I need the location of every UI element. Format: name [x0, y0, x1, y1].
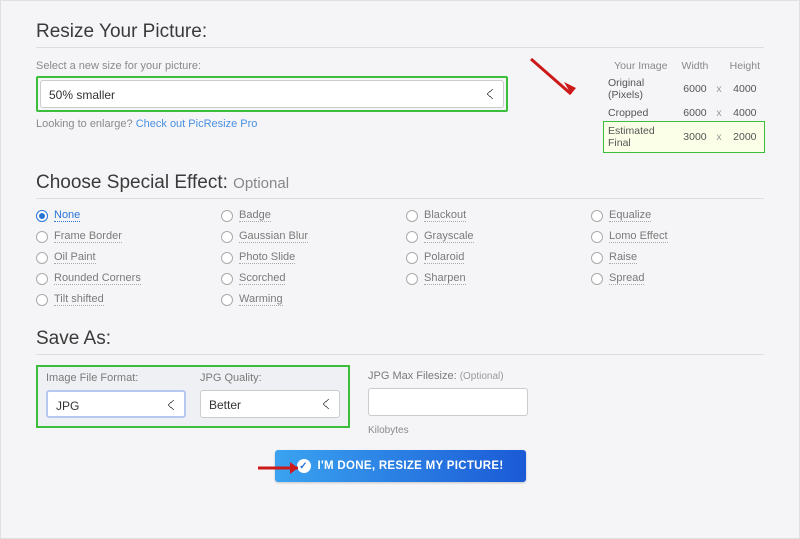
effect-label: Grayscale: [424, 230, 474, 243]
effect-label: Badge: [239, 209, 271, 222]
effect-option[interactable]: Rounded Corners: [36, 272, 209, 285]
effects-optional: Optional: [233, 175, 289, 192]
effect-option[interactable]: Sharpen: [406, 272, 579, 285]
red-arrow-icon: [526, 54, 586, 104]
save-highlight: Image File Format: JPG JPG Quality: Bett…: [36, 365, 350, 428]
max-optional: (Optional): [460, 371, 504, 382]
format-select[interactable]: JPG: [46, 390, 186, 418]
effect-option[interactable]: Warming: [221, 293, 394, 306]
radio-icon: [221, 231, 233, 243]
effect-option[interactable]: Frame Border: [36, 230, 209, 243]
table-row-final: Estimated Final 3000 x 2000: [604, 122, 764, 152]
effect-option[interactable]: Grayscale: [406, 230, 579, 243]
radio-icon: [221, 210, 233, 222]
resize-heading: Resize Your Picture:: [36, 21, 764, 48]
radio-icon: [406, 273, 418, 285]
resize-section: Resize Your Picture: Select a new size f…: [36, 21, 764, 152]
radio-icon: [36, 294, 48, 306]
radio-icon: [591, 252, 603, 264]
effect-option[interactable]: Polaroid: [406, 251, 579, 264]
radio-icon: [36, 273, 48, 285]
radio-icon: [406, 252, 418, 264]
effect-label: Blackout: [424, 209, 466, 222]
max-filesize-label: JPG Max Filesize: (Optional): [368, 370, 528, 382]
effect-option[interactable]: Tilt shifted: [36, 293, 209, 306]
effect-option[interactable]: Oil Paint: [36, 251, 209, 264]
radio-icon: [221, 294, 233, 306]
done-row: ✓ I'M DONE, RESIZE MY PICTURE!: [36, 450, 764, 482]
effects-heading: Choose Special Effect: Optional: [36, 172, 764, 199]
radio-icon: [221, 273, 233, 285]
effect-option[interactable]: Badge: [221, 209, 394, 222]
radio-icon: [36, 210, 48, 222]
radio-icon: [591, 273, 603, 285]
effect-label: Equalize: [609, 209, 651, 222]
radio-icon: [591, 231, 603, 243]
kilobytes-label: Kilobytes: [368, 425, 528, 436]
radio-icon: [221, 252, 233, 264]
format-label: Image File Format:: [46, 372, 186, 384]
quality-label: JPG Quality:: [200, 372, 340, 384]
enlarge-line: Looking to enlarge? Check out PicResize …: [36, 118, 508, 130]
effect-label: Sharpen: [424, 272, 466, 285]
table-row: Cropped 6000 x 4000: [604, 104, 764, 122]
effect-label: Tilt shifted: [54, 293, 104, 306]
effect-label: Warming: [239, 293, 283, 306]
enlarge-text: Looking to enlarge?: [36, 118, 133, 130]
done-button-label: I'M DONE, RESIZE MY PICTURE!: [318, 460, 504, 472]
size-select-label: Select a new size for your picture:: [36, 60, 508, 72]
dims-col-image: Your Image: [604, 58, 678, 74]
effect-option[interactable]: Equalize: [591, 209, 764, 222]
done-button[interactable]: ✓ I'M DONE, RESIZE MY PICTURE!: [275, 450, 526, 482]
radio-icon: [36, 231, 48, 243]
table-row: Original (Pixels) 6000 x 4000: [604, 74, 764, 104]
save-heading: Save As:: [36, 328, 764, 355]
radio-icon: [591, 210, 603, 222]
effect-label: Frame Border: [54, 230, 122, 243]
effect-option[interactable]: Photo Slide: [221, 251, 394, 264]
effects-grid: None Badge Blackout Equalize Frame Border Gau…: [36, 209, 764, 306]
effect-label: Oil Paint: [54, 251, 96, 264]
size-select-highlight: 50% smaller: [36, 76, 508, 112]
enlarge-link[interactable]: Check out PicResize Pro: [136, 118, 258, 130]
effect-label: Photo Slide: [239, 251, 295, 264]
radio-icon: [36, 252, 48, 264]
effect-label: Scorched: [239, 272, 285, 285]
size-select[interactable]: 50% smaller: [40, 80, 504, 108]
effect-label: Rounded Corners: [54, 272, 141, 285]
effect-label: Polaroid: [424, 251, 464, 264]
radio-icon: [406, 210, 418, 222]
effects-section: Choose Special Effect: Optional None Badg…: [36, 172, 764, 306]
dims-col-width: Width: [678, 58, 713, 74]
effect-option[interactable]: Lomo Effect: [591, 230, 764, 243]
effect-option[interactable]: Scorched: [221, 272, 394, 285]
effect-option[interactable]: Spread: [591, 272, 764, 285]
effect-option[interactable]: Gaussian Blur: [221, 230, 394, 243]
dimensions-table: Your Image Width Height Original (Pixels…: [604, 58, 764, 152]
dims-col-height: Height: [726, 58, 764, 74]
red-arrow-icon: [256, 456, 311, 481]
effect-option[interactable]: Blackout: [406, 209, 579, 222]
effect-option[interactable]: Raise: [591, 251, 764, 264]
radio-icon: [406, 231, 418, 243]
effect-label: Gaussian Blur: [239, 230, 308, 243]
max-filesize-input[interactable]: [368, 388, 528, 416]
effect-label: None: [54, 209, 80, 222]
effect-label: Lomo Effect: [609, 230, 668, 243]
quality-select[interactable]: Better: [200, 390, 340, 418]
effect-option[interactable]: None: [36, 209, 209, 222]
effect-label: Raise: [609, 251, 637, 264]
save-section: Save As: Image File Format: JPG JPG Qual…: [36, 328, 764, 436]
effect-label: Spread: [609, 272, 644, 285]
